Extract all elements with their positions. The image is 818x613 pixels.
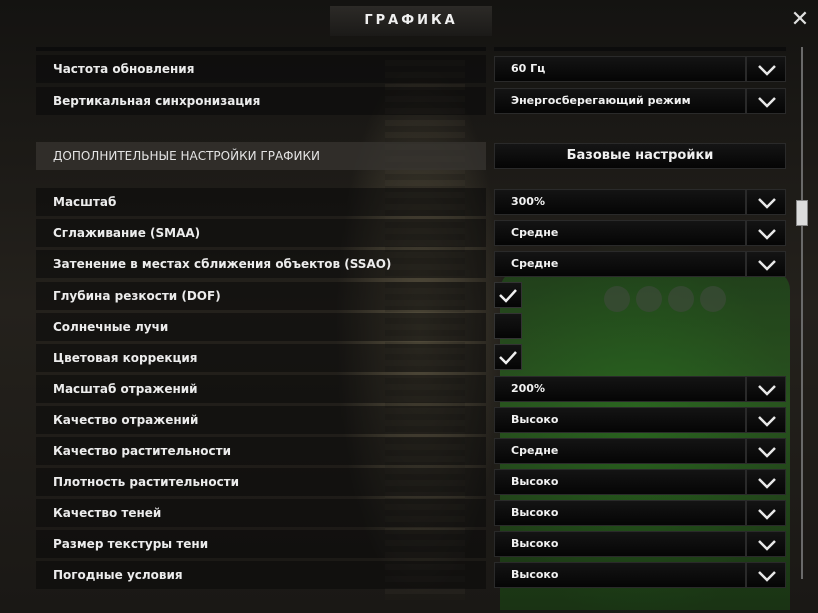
refresh-rate-select[interactable]: 60 Гц [494,56,746,82]
setting-row-refresh-rate: Частота обновления [36,55,486,83]
select-value: Энергосберегающий режим [511,94,691,107]
setting-label: Сглаживание (SMAA) [53,226,201,240]
chevron-down-icon[interactable] [746,376,786,402]
setting-label: Затенение в местах сближения объектов (S… [53,257,392,271]
setting-row: Масштаб [36,188,486,216]
dof-checkbox[interactable] [494,282,522,308]
chevron-down-icon[interactable] [746,469,786,495]
truck-lamp [604,286,630,312]
setting-label: Масштаб [53,195,117,209]
setting-label: Размер текстуры тени [53,537,209,551]
setting-row-vsync: Вертикальная синхронизация [36,87,486,115]
chevron-down-icon[interactable] [746,220,786,246]
chevron-down-icon[interactable] [746,189,786,215]
setting-label: Качество растительности [53,444,232,458]
setting-label: Качество теней [53,506,162,520]
setting-label: Цветовая коррекция [53,351,198,365]
select-value: Высоко [511,537,559,550]
scale-select[interactable]: 300% [494,189,746,215]
setting-row: Размер текстуры тени [36,530,486,558]
select-value: Средне [511,226,559,239]
scrollbar-track[interactable] [801,47,803,579]
chevron-down-icon[interactable] [746,407,786,433]
panel-divider [494,47,786,51]
truck-lamp [636,286,662,312]
reflection-scale-select[interactable]: 200% [494,376,746,402]
setting-row: Солнечные лучи [36,313,486,341]
smaa-select[interactable]: Средне [494,220,746,246]
color-correction-checkbox[interactable] [494,344,522,370]
select-value: 200% [511,382,545,395]
panel-divider [36,47,486,51]
select-value: 60 Гц [511,62,546,75]
select-value: Высоко [511,475,559,488]
setting-row: Глубина резкости (DOF) [36,282,486,310]
select-value: Высоко [511,413,559,426]
setting-label: Масштаб отражений [53,382,198,396]
shadow-texture-select[interactable]: Высоко [494,531,746,557]
setting-row: Качество растительности [36,437,486,465]
vegetation-quality-select[interactable]: Средне [494,438,746,464]
basic-settings-button[interactable]: Базовые настройки [494,143,786,169]
setting-row: Сглаживание (SMAA) [36,219,486,247]
setting-label: Качество отражений [53,413,199,427]
truck-lamp [700,286,726,312]
setting-row: Масштаб отражений [36,375,486,403]
reflection-quality-select[interactable]: Высоко [494,407,746,433]
sun-rays-checkbox[interactable] [494,313,522,339]
select-value: Средне [511,257,559,270]
close-icon[interactable]: ✕ [790,9,810,31]
setting-label: Солнечные лучи [53,320,169,334]
chevron-down-icon[interactable] [746,562,786,588]
select-value: Средне [511,444,559,457]
shadow-quality-select[interactable]: Высоко [494,500,746,526]
weather-select[interactable]: Высоко [494,562,746,588]
chevron-down-icon[interactable] [746,56,786,82]
setting-row: Цветовая коррекция [36,344,486,372]
setting-label: Глубина резкости (DOF) [53,289,221,303]
select-value: Высоко [511,506,559,519]
setting-label: Погодные условия [53,568,183,582]
section-title: ДОПОЛНИТЕЛЬНЫЕ НАСТРОЙКИ ГРАФИКИ [53,149,320,163]
vsync-select[interactable]: Энергосберегающий режим [494,88,746,114]
setting-label: Плотность растительности [53,475,240,489]
setting-label: Вертикальная синхронизация [53,94,261,108]
ssao-select[interactable]: Средне [494,251,746,277]
chevron-down-icon[interactable] [746,531,786,557]
section-header-advanced: ДОПОЛНИТЕЛЬНЫЕ НАСТРОЙКИ ГРАФИКИ [36,142,486,170]
window-title: ГРАФИКА [330,6,492,36]
chevron-down-icon[interactable] [746,251,786,277]
setting-row: Качество отражений [36,406,486,434]
select-value: Высоко [511,568,559,581]
select-value: 300% [511,195,545,208]
truck-lamp [668,286,694,312]
vegetation-density-select[interactable]: Высоко [494,469,746,495]
setting-label: Частота обновления [53,62,195,76]
chevron-down-icon[interactable] [746,88,786,114]
setting-row: Качество теней [36,499,486,527]
setting-row: Плотность растительности [36,468,486,496]
chevron-down-icon[interactable] [746,500,786,526]
setting-row: Затенение в местах сближения объектов (S… [36,250,486,278]
scrollbar-thumb[interactable] [796,200,808,226]
setting-row: Погодные условия [36,561,486,589]
chevron-down-icon[interactable] [746,438,786,464]
